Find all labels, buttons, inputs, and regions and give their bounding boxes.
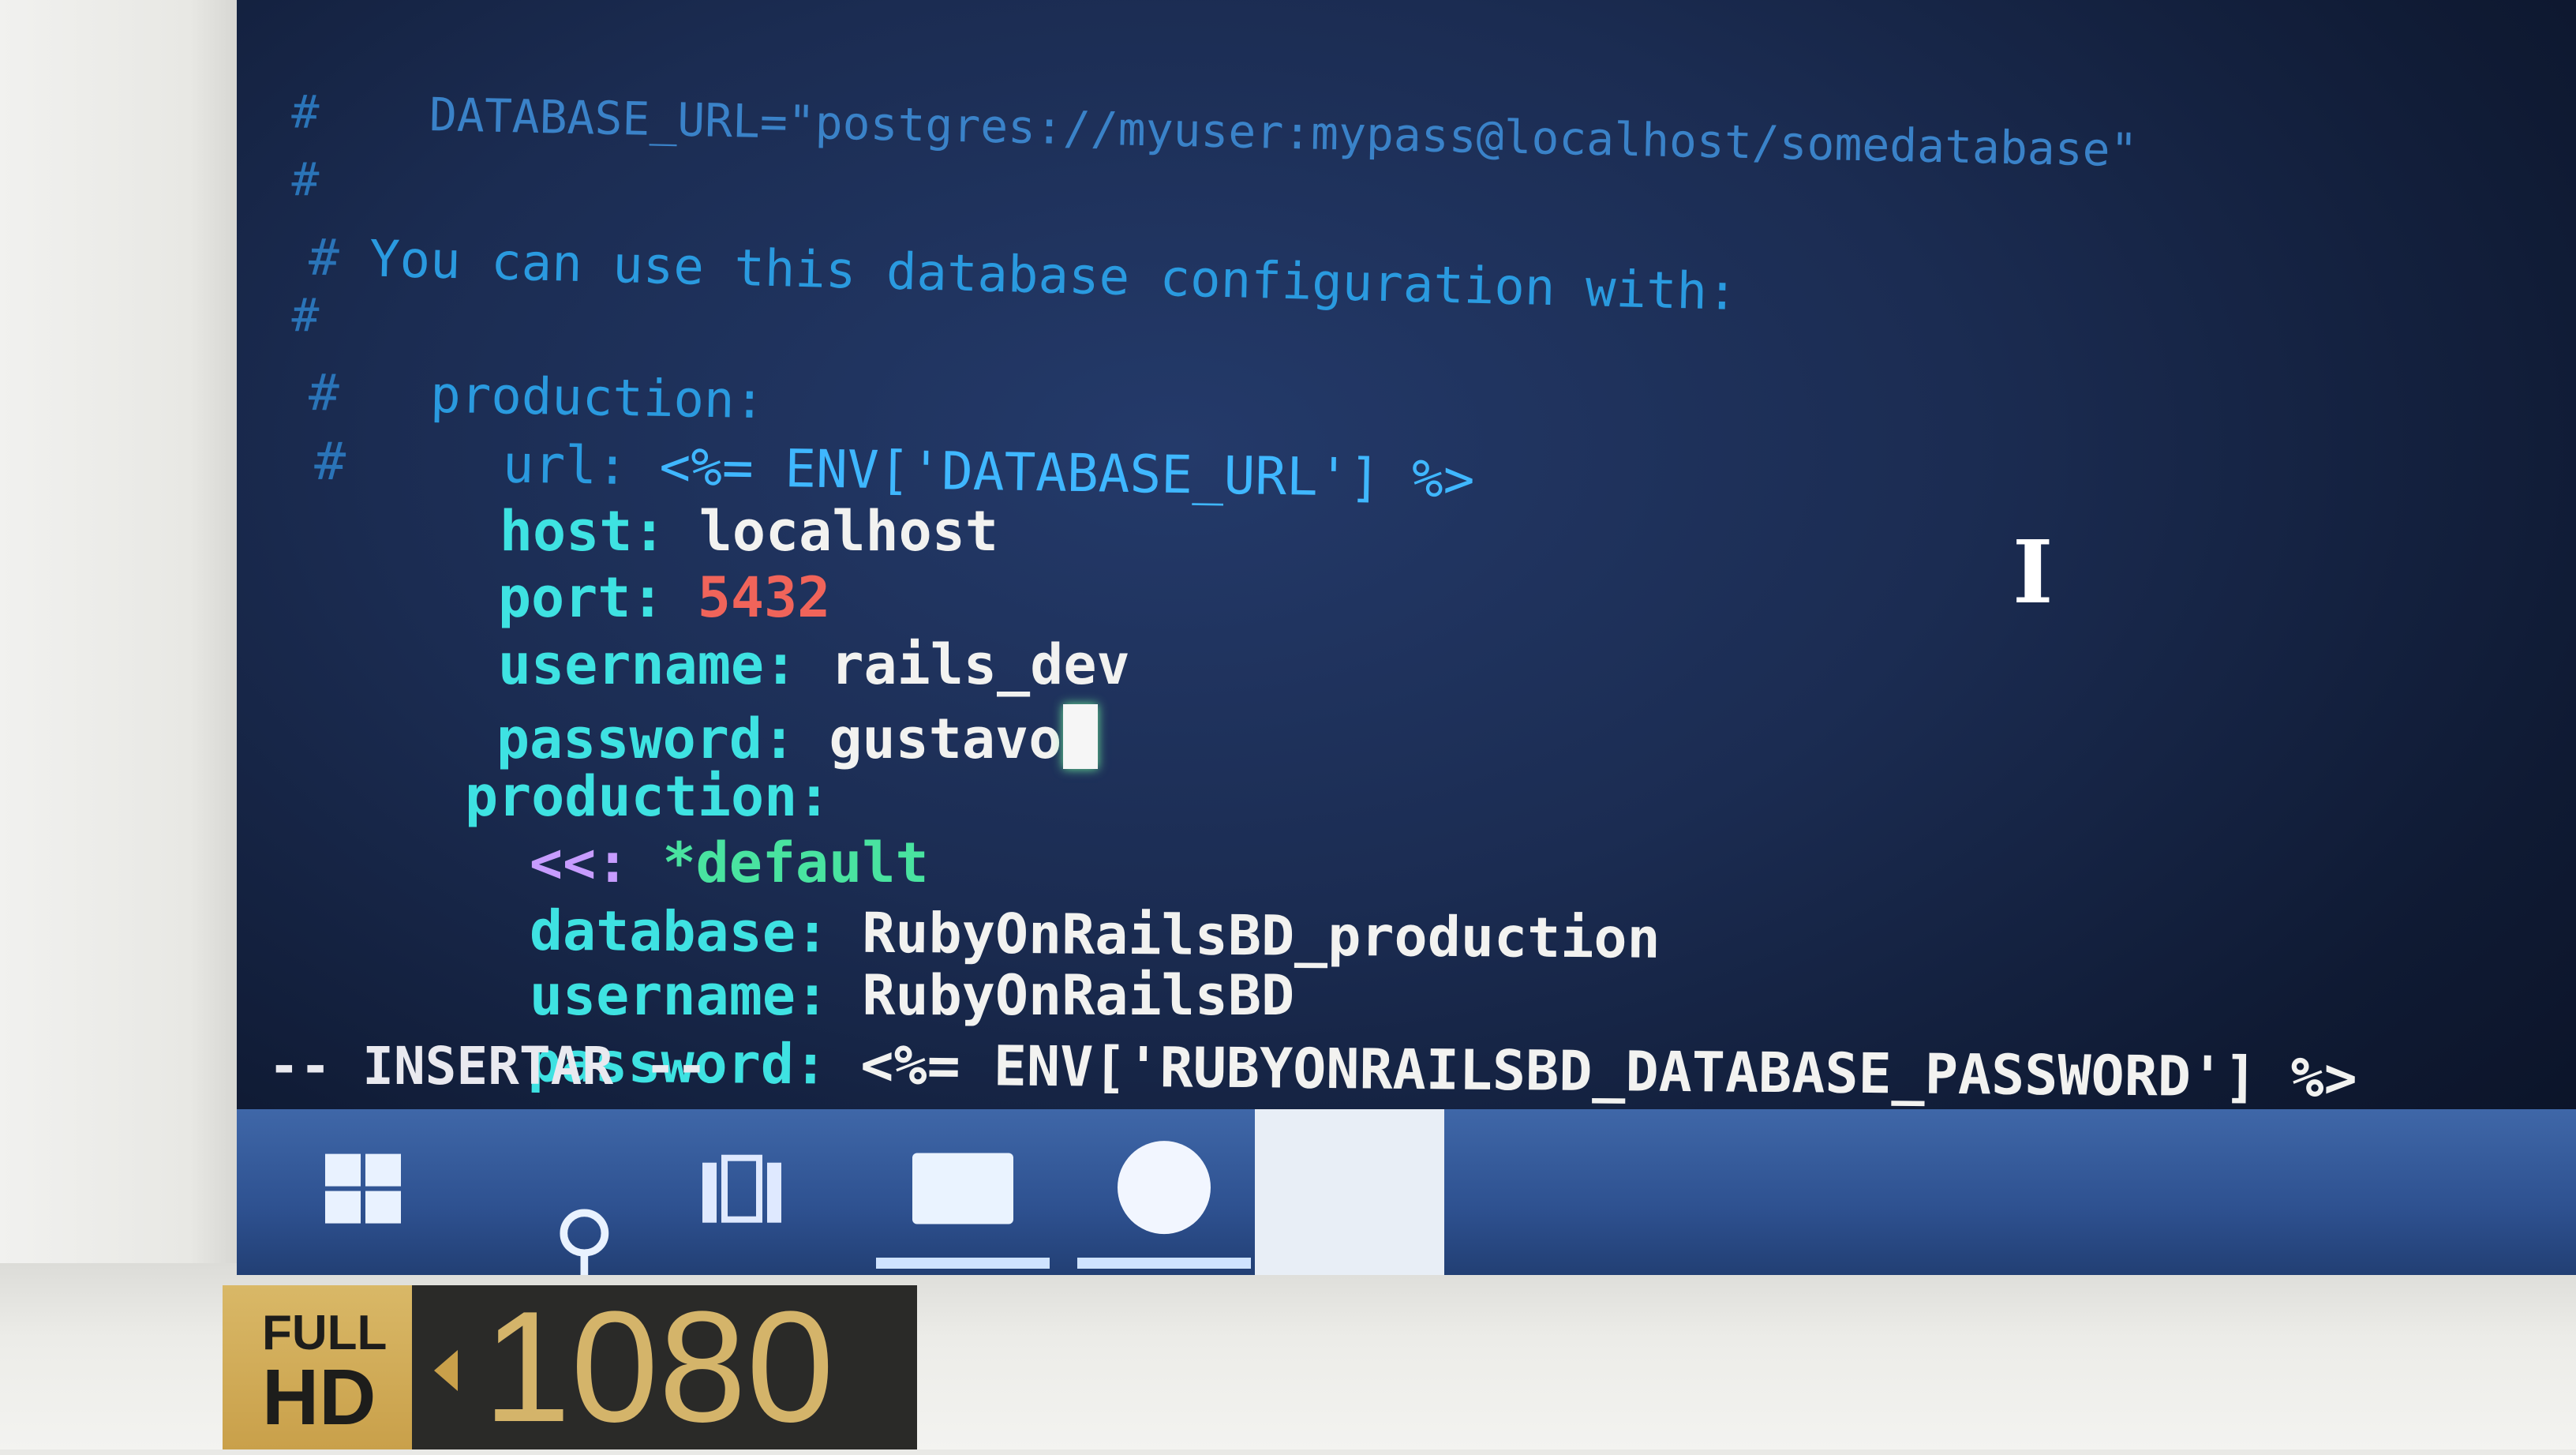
full-hd-sticker: FULL HD 1080 [223, 1285, 917, 1449]
sticker-full-text: FULL [262, 1306, 388, 1360]
sticker-label-panel: FULL HD [223, 1285, 412, 1449]
text-cursor [1063, 704, 1099, 769]
browser-button[interactable] [1069, 1109, 1259, 1275]
browser-icon [1118, 1141, 1211, 1235]
file-explorer-button[interactable] [868, 1109, 1058, 1275]
running-indicator [1077, 1258, 1251, 1269]
start-button[interactable] [268, 1109, 458, 1275]
monitor-screen: # DATABASE_URL="postgres://myuser:mypass… [237, 0, 2576, 1275]
task-view-button[interactable] [647, 1109, 837, 1275]
running-indicator [876, 1258, 1050, 1269]
prod-password-value: <%= ENV['RUBYONRAILSBD_DATABASE_PASSWORD… [859, 1032, 2358, 1111]
mouse-ibeam-cursor: I [2012, 521, 2054, 623]
search-button[interactable]: ⚲ [458, 1109, 647, 1275]
vim-mode-indicator: -- INSERTAR -- [268, 1036, 708, 1097]
sticker-resolution-text: 1080 [483, 1279, 834, 1455]
windows-taskbar: ⚲ [237, 1109, 2576, 1275]
file-explorer-icon [912, 1153, 1013, 1224]
sticker-hd-text: HD [262, 1353, 376, 1442]
database-url-comment: DATABASE_URL="postgres://myuser:mypass@l… [429, 88, 2139, 178]
active-window-button[interactable] [1255, 1109, 1444, 1275]
windows-start-icon [325, 1153, 401, 1224]
password-value: gustavo [829, 707, 1062, 771]
vim-terminal[interactable]: # DATABASE_URL="postgres://myuser:mypass… [237, 0, 2576, 1110]
search-icon: ⚲ [552, 1192, 616, 1275]
sticker-arrow-left-icon [434, 1350, 458, 1391]
usage-comment: You can use this database configuration … [369, 230, 1739, 322]
monitor-bezel-left [0, 0, 237, 1449]
task-view-icon [702, 1154, 781, 1223]
